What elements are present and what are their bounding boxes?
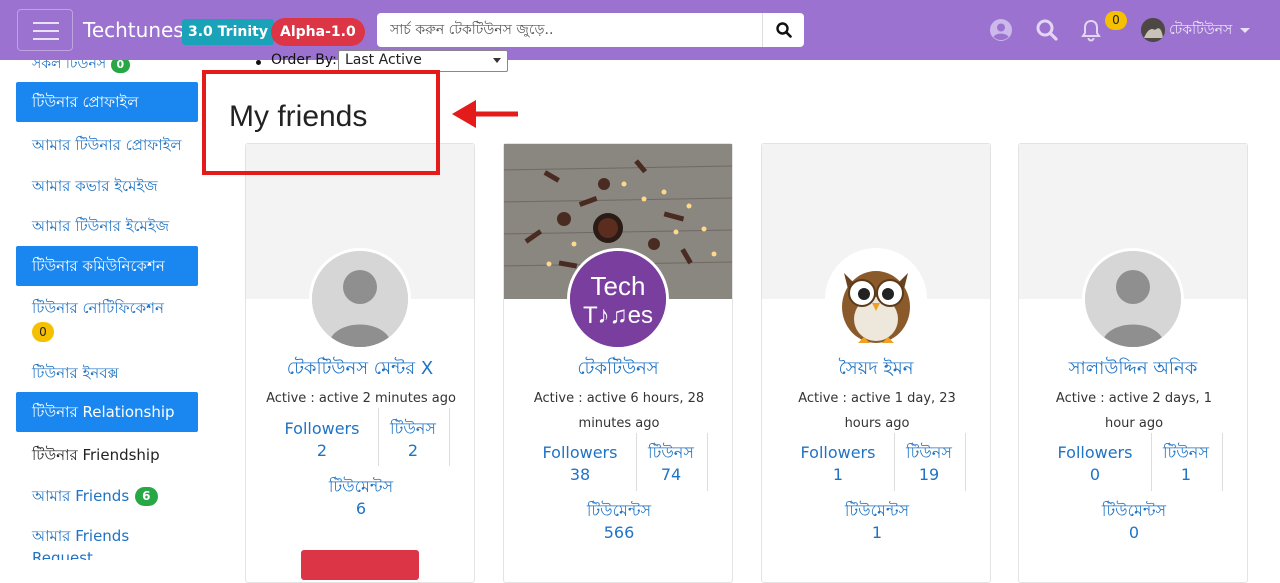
friend-card: টেকটিউনস মেন্টর X Active : active 2 minu… bbox=[245, 143, 475, 583]
top-navbar: Techtunes 3.0 Trinity Alpha-1.0 0 টে bbox=[0, 0, 1280, 60]
friend-name[interactable]: সালাউদ্দিন অনিক bbox=[1019, 354, 1247, 385]
friend-card: সালাউদ্দিন অনিক Active : active 2 days, … bbox=[1018, 143, 1248, 583]
sidebar: সকল টিউনস 0 টিউনার প্রোফাইল আমার টিউনার … bbox=[0, 60, 210, 560]
annotation-arrow-icon bbox=[452, 100, 518, 128]
friend-card: সৈয়দ ইমন Active : active 1 day, 23 hour… bbox=[761, 143, 991, 583]
search-icon[interactable] bbox=[1035, 18, 1059, 42]
active-status: Active : active 2 minutes ago bbox=[266, 391, 456, 406]
tunes-stat[interactable]: টিউনস 19 bbox=[894, 442, 964, 486]
svg-text:Tech: Tech bbox=[591, 271, 646, 301]
comments-stat[interactable]: টিউমেন্টস 566 bbox=[544, 500, 694, 544]
followers-stat[interactable]: Followers 2 bbox=[266, 418, 378, 462]
annotation-highlight-box bbox=[202, 70, 440, 175]
svg-text:T♪♫es: T♪♫es bbox=[583, 302, 653, 329]
user-menu[interactable]: টেকটিউনস bbox=[1141, 17, 1251, 43]
stat-divider bbox=[707, 433, 708, 491]
followers-stat[interactable]: Followers 0 bbox=[1039, 442, 1151, 486]
user-avatar bbox=[1141, 18, 1165, 42]
sidebar-header-relationship: টিউনার Relationship bbox=[16, 392, 198, 432]
tunes-stat[interactable]: টিউনস 74 bbox=[636, 442, 706, 486]
user-name: টেকটিউনস bbox=[1169, 22, 1233, 38]
stat-divider bbox=[449, 408, 450, 466]
techtunes-logo[interactable]: Tech T♪♫es bbox=[567, 248, 669, 350]
unfriend-button[interactable] bbox=[301, 550, 419, 580]
sidebar-item-tuner-image[interactable]: আমার টিউনার ইমেইজ bbox=[32, 215, 169, 240]
version-badge: 3.0 Trinity bbox=[182, 19, 274, 45]
active-status: Active : active 1 day, 23 hours ago bbox=[798, 391, 956, 431]
notification-count-badge: 0 bbox=[1105, 11, 1127, 30]
notifications-count-badge: 0 bbox=[32, 322, 54, 342]
bell-icon[interactable] bbox=[1079, 18, 1103, 42]
followers-stat[interactable]: Followers 38 bbox=[524, 442, 636, 486]
order-by-bullet bbox=[256, 60, 261, 65]
search-input[interactable] bbox=[377, 13, 762, 47]
sidebar-header-profile: টিউনার প্রোফাইল bbox=[16, 82, 198, 122]
search-icon bbox=[775, 22, 792, 38]
sidebar-item-friendship[interactable]: টিউনার Friendship bbox=[32, 444, 160, 469]
build-badge: Alpha-1.0 bbox=[271, 18, 365, 46]
sidebar-item-all-tunes[interactable]: সকল টিউনস 0 bbox=[32, 60, 131, 76]
sidebar-item-notifications[interactable]: টিউনার নোটিফিকেশন bbox=[32, 297, 164, 322]
search-box bbox=[377, 13, 804, 47]
friend-name[interactable]: সৈয়দ ইমন bbox=[762, 354, 990, 385]
default-person-icon[interactable] bbox=[1082, 248, 1184, 350]
friend-card: Tech T♪♫es টেকটিউনস Active : active 6 ho… bbox=[503, 143, 733, 583]
sidebar-header-communication: টিউনার কমিউনিকেশন bbox=[16, 246, 198, 286]
sidebar-item-friend-requests[interactable]: আমার Friends Request bbox=[32, 525, 192, 560]
friends-count-badge: 6 bbox=[135, 487, 158, 506]
search-button[interactable] bbox=[762, 13, 804, 47]
followers-stat[interactable]: Followers 1 bbox=[782, 442, 894, 486]
all-tunes-count: 0 bbox=[110, 60, 131, 73]
active-status: Active : active 6 hours, 28 minutes ago bbox=[533, 391, 705, 431]
default-person-icon[interactable] bbox=[309, 248, 411, 350]
tunes-stat[interactable]: টিউনস 1 bbox=[1151, 442, 1221, 486]
stat-divider bbox=[965, 433, 966, 491]
order-by-label: Order By: bbox=[271, 52, 337, 68]
user-circle-icon[interactable] bbox=[989, 18, 1013, 42]
comments-stat[interactable]: টিউমেন্টস 6 bbox=[286, 476, 436, 520]
sidebar-item-my-profile[interactable]: আমার টিউনার প্রোফাইল bbox=[32, 134, 182, 159]
chevron-down-icon bbox=[493, 58, 501, 63]
sidebar-item-my-friends[interactable]: আমার Friends 6 bbox=[32, 485, 158, 510]
sidebar-item-cover-image[interactable]: আমার কভার ইমেইজ bbox=[32, 175, 158, 200]
comments-stat[interactable]: টিউমেন্টস 0 bbox=[1059, 500, 1209, 544]
order-by-select[interactable]: Last Active bbox=[338, 50, 508, 72]
friend-name[interactable]: টেকটিউনস মেন্টর X bbox=[246, 354, 474, 385]
brand-name[interactable]: Techtunes bbox=[83, 18, 184, 42]
menu-toggle-button[interactable] bbox=[17, 9, 73, 51]
stat-divider bbox=[1222, 433, 1223, 491]
tunes-stat[interactable]: টিউনস 2 bbox=[378, 418, 448, 462]
friend-name[interactable]: টেকটিউনস bbox=[504, 354, 732, 385]
comments-stat[interactable]: টিউমেন্টস 1 bbox=[802, 500, 952, 544]
caret-down-icon bbox=[1240, 27, 1251, 33]
active-status: Active : active 2 days, 1 hour ago bbox=[1055, 391, 1213, 431]
owl-avatar[interactable] bbox=[825, 248, 927, 350]
sidebar-item-inbox[interactable]: টিউনার ইনবক্স bbox=[32, 362, 119, 387]
